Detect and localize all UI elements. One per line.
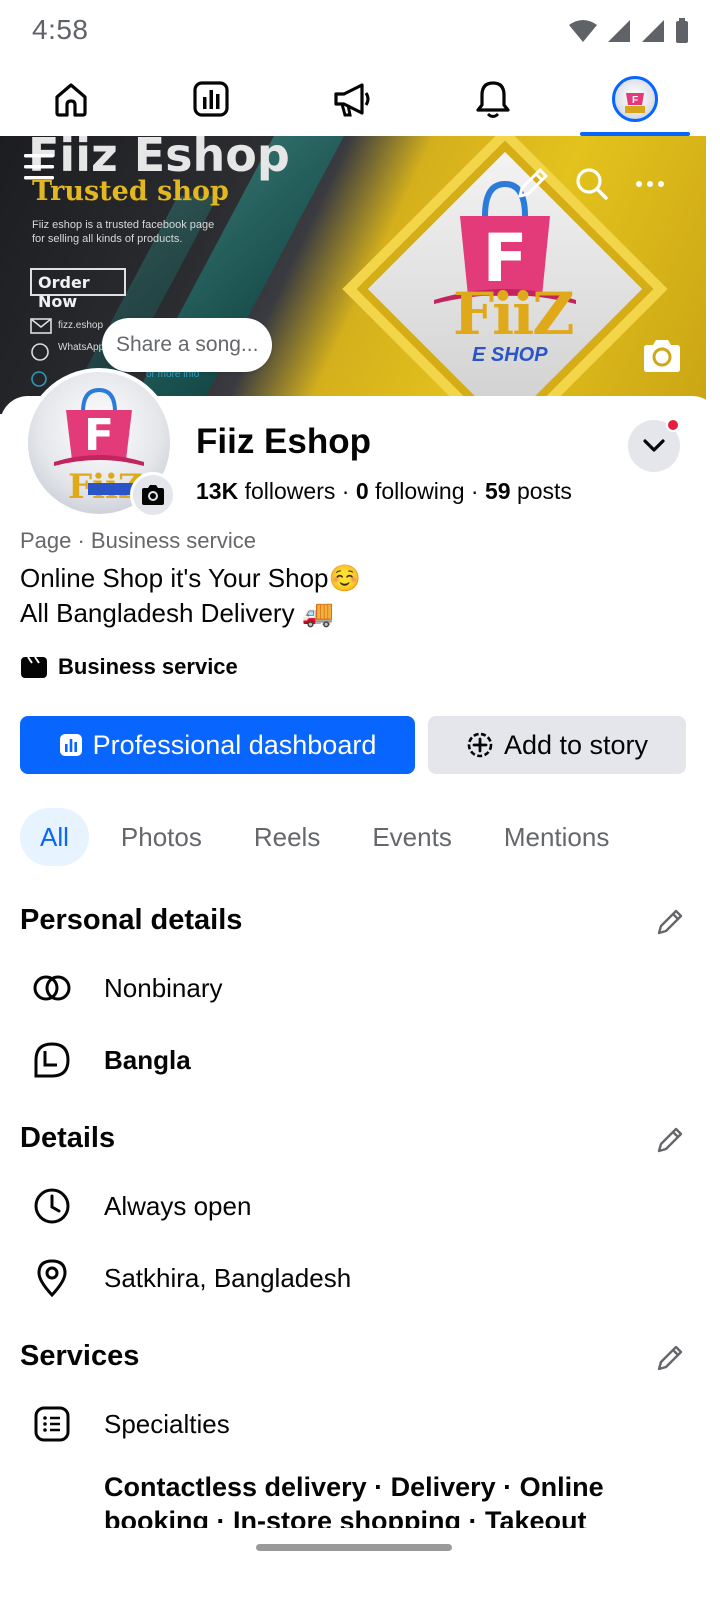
tab-photos[interactable]: Photos: [101, 808, 222, 866]
location-pin-icon: [37, 1259, 67, 1297]
bio-line-1: Online Shop it's Your Shop☺️: [20, 563, 361, 593]
signal-icon: [608, 20, 630, 42]
cover-description: Fiiz eshop is a trusted facebook page fo…: [32, 219, 215, 245]
gender-value: Nonbinary: [104, 972, 223, 1003]
edit-services-icon[interactable]: [654, 1342, 686, 1374]
professional-dashboard-label: Professional dashboard: [92, 729, 377, 760]
nav-ads[interactable]: [298, 64, 408, 134]
content-tabs: All Photos Reels Events Mentions: [20, 808, 641, 866]
cover-whatsapp-line: WhatsApp: [58, 342, 105, 353]
cover-order-now: Order Now: [30, 268, 126, 311]
status-bar: 4:58: [0, 0, 720, 64]
cover-tagline: Trusted shop: [32, 176, 229, 207]
gender-icon: [33, 975, 71, 1001]
megaphone-icon: [334, 83, 370, 117]
business-service-row: Business service: [20, 654, 238, 680]
cover-email-line: fizz.eshop: [58, 320, 104, 331]
clock-icon: [34, 1188, 70, 1224]
svg-text:F: F: [632, 95, 638, 106]
services-list: Contactless delivery · Delivery · Online…: [104, 1472, 604, 1528]
nav-dashboard[interactable]: [156, 64, 266, 134]
add-to-story-label: Add to story: [503, 729, 649, 760]
following-count[interactable]: 0: [356, 478, 369, 504]
specialties-label: Specialties: [104, 1408, 230, 1439]
tab-all[interactable]: All: [20, 808, 89, 866]
list-icon: [34, 1406, 70, 1442]
stats-separator: ·: [341, 478, 350, 504]
language-value: Bangla: [104, 1044, 191, 1075]
share-song-bubble[interactable]: Share a song...: [102, 318, 273, 372]
status-icons: [568, 18, 690, 44]
signal-icon-2: [642, 20, 664, 42]
language-icon: [34, 1042, 70, 1078]
bio-line-2: All Bangladesh Delivery 🚚: [20, 598, 335, 628]
add-to-story-button[interactable]: Add to story: [428, 716, 686, 774]
cover-camera-icon[interactable]: [640, 336, 684, 376]
logo-text: FiiZ: [453, 280, 575, 348]
profile-avatar-small: F: [612, 76, 658, 122]
home-icon: [55, 83, 87, 117]
location-value[interactable]: Satkhira, Bangladesh: [104, 1263, 351, 1294]
svg-text:F: F: [84, 410, 114, 461]
top-navigation: F: [0, 64, 720, 136]
profile-picture-camera-button[interactable]: [130, 472, 176, 518]
tab-events[interactable]: Events: [352, 808, 472, 866]
cover-mail-icon: [30, 318, 52, 334]
hours-value: Always open: [104, 1190, 252, 1221]
search-icon[interactable]: [574, 166, 610, 202]
page-category: Page · Business service: [20, 528, 256, 553]
stats-separator-2: ·: [470, 478, 479, 504]
status-time: 4:58: [32, 14, 89, 45]
wifi-icon: [569, 20, 597, 42]
posts-count: 59: [484, 478, 511, 504]
edit-details-icon[interactable]: [654, 1124, 686, 1156]
clapper-icon: [21, 656, 47, 678]
cover-whatsapp-icon: [31, 343, 49, 361]
professional-dashboard-button[interactable]: Professional dashboard: [20, 716, 415, 774]
add-story-icon: [467, 732, 493, 758]
notification-dot: [666, 418, 680, 432]
following-label[interactable]: following: [375, 478, 465, 504]
chevron-down-icon: [643, 439, 665, 452]
nav-home[interactable]: [16, 64, 126, 134]
nav-profile[interactable]: F: [580, 64, 690, 136]
camera-icon: [142, 485, 164, 505]
hours-row: Always open: [32, 1184, 251, 1228]
page-name: Fiiz Eshop: [196, 422, 371, 461]
tab-reels[interactable]: Reels: [234, 808, 340, 866]
details-title: Details: [20, 1122, 116, 1154]
language-row: Bangla: [32, 1038, 191, 1082]
more-icon[interactable]: [634, 172, 666, 196]
home-indicator[interactable]: [256, 1544, 452, 1551]
followers-label[interactable]: followers: [245, 478, 336, 504]
business-service-label: Business service: [58, 654, 238, 679]
gender-row: Nonbinary: [32, 966, 223, 1010]
edit-pencil-icon[interactable]: [514, 166, 550, 202]
logo-subtext: E SHOP: [472, 344, 548, 366]
services-title: Services: [20, 1340, 140, 1372]
location-row: Satkhira, Bangladesh: [32, 1256, 351, 1300]
bell-icon: [476, 81, 510, 118]
posts-label: posts: [516, 478, 572, 504]
tab-mentions[interactable]: Mentions: [484, 808, 630, 866]
edit-personal-details-icon[interactable]: [654, 906, 686, 938]
specialties-row: Specialties: [32, 1402, 230, 1446]
nav-notifications[interactable]: [438, 64, 548, 134]
battery-icon: [676, 18, 688, 43]
followers-count[interactable]: 13K: [196, 478, 238, 504]
menu-icon[interactable]: [22, 150, 56, 184]
dashboard-icon: [59, 734, 82, 756]
dashboard-icon: [193, 81, 229, 117]
profile-stats: 13K followers · 0 following · 59 posts: [196, 478, 572, 505]
personal-details-title: Personal details: [20, 904, 243, 936]
